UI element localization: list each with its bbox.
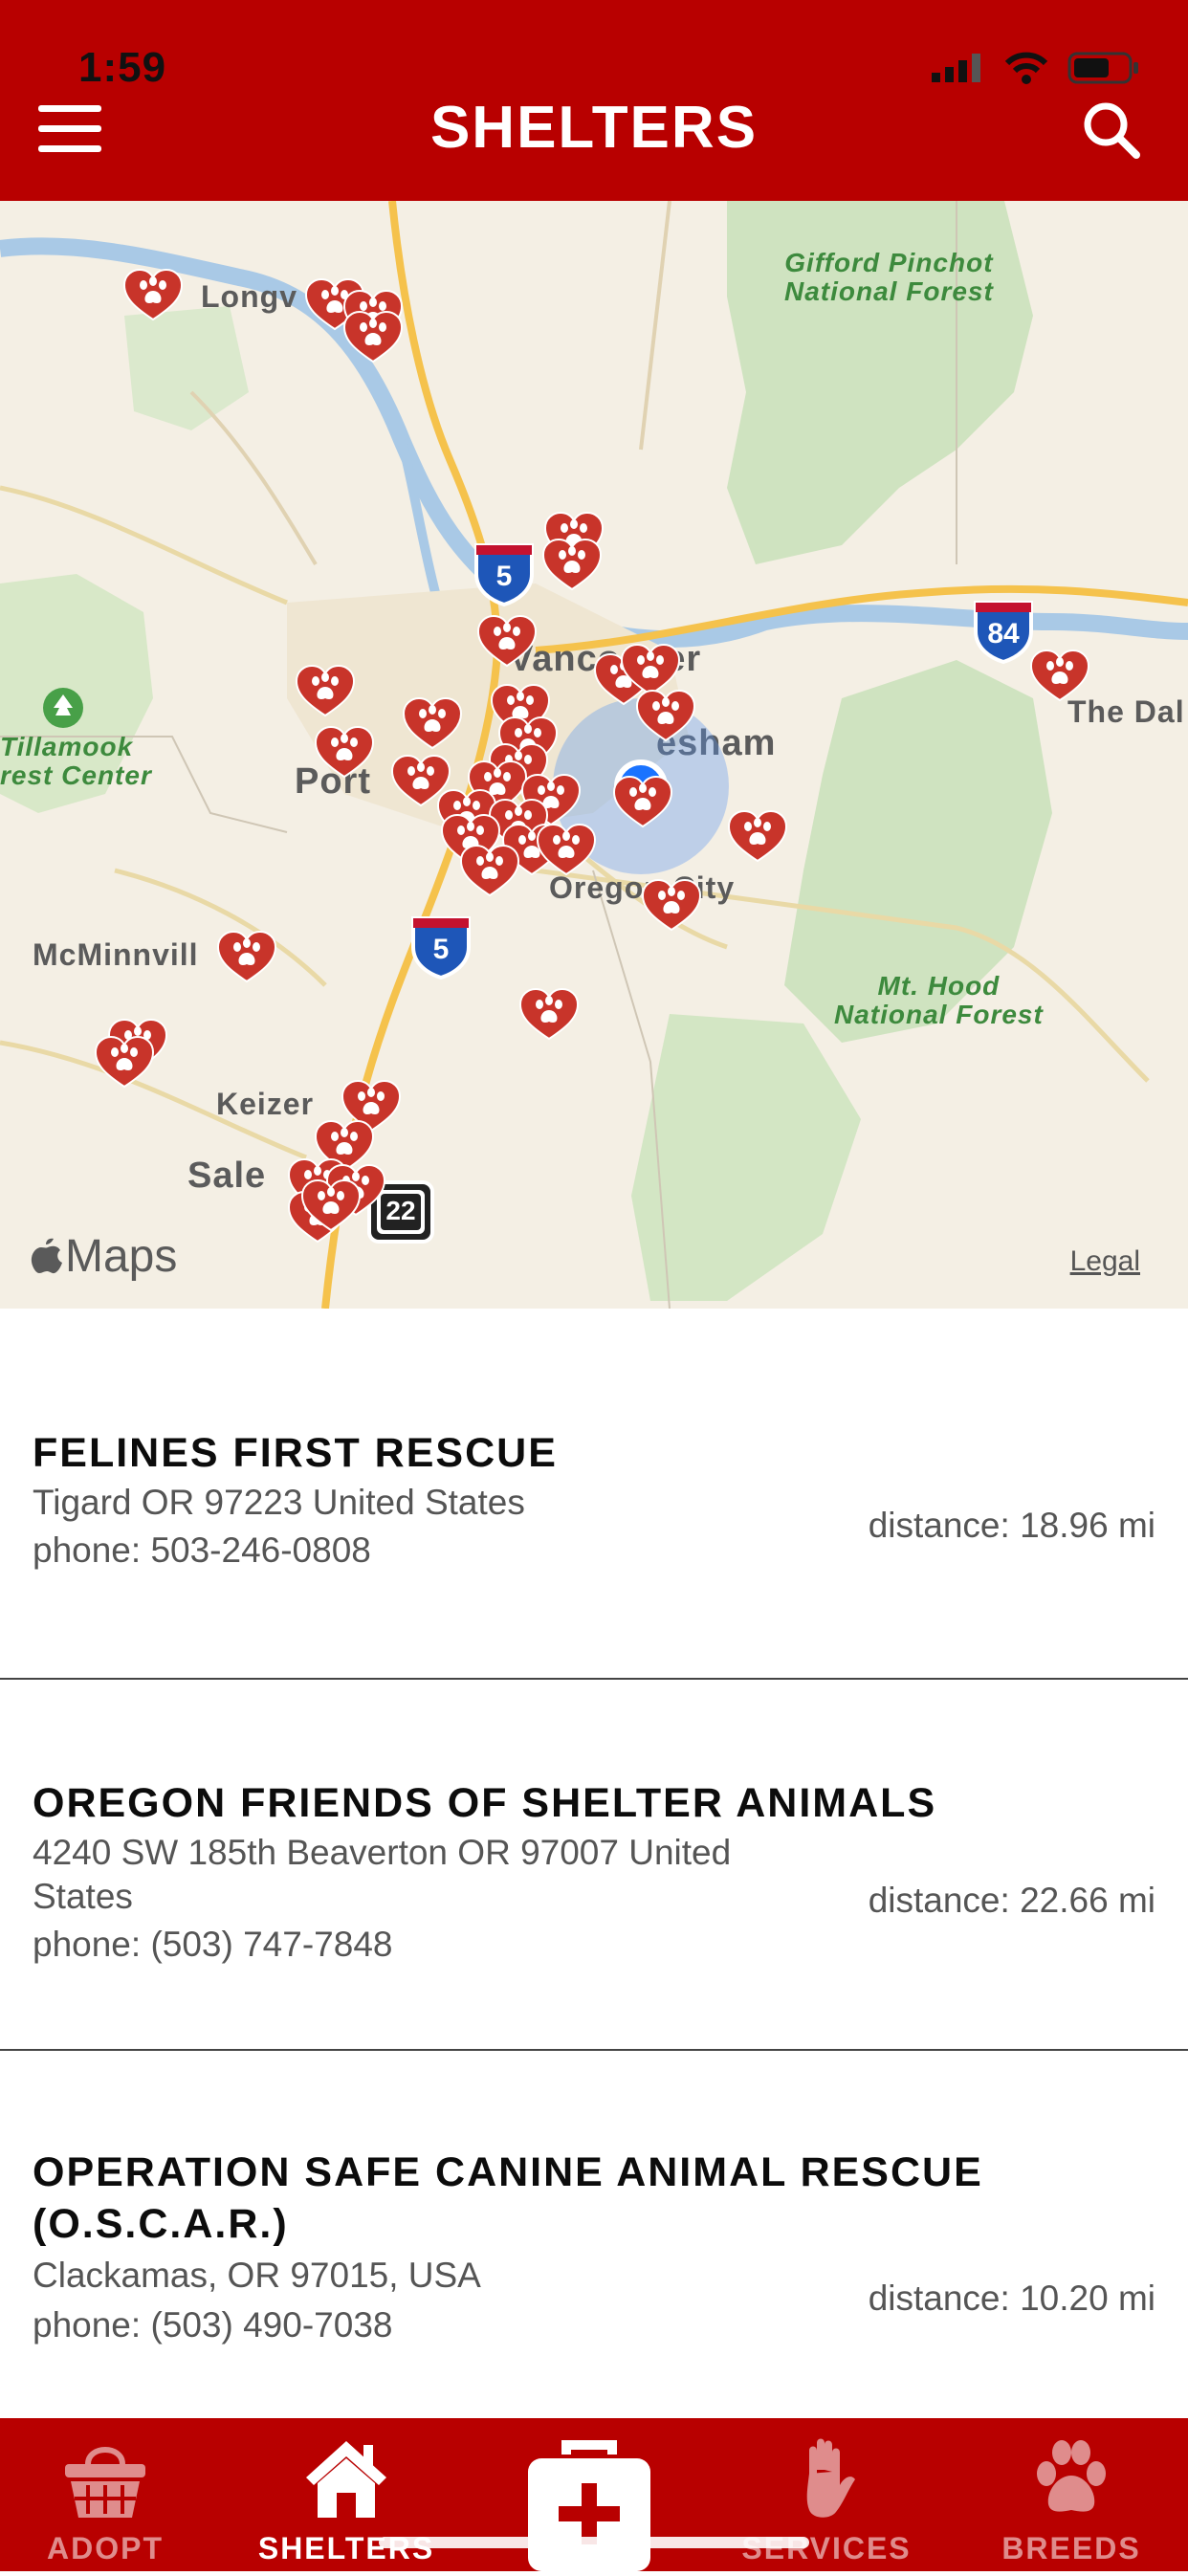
shelter-phone: phone: (503) 747-7848 (33, 1925, 393, 1964)
highway-shield-i84: 84 (972, 597, 1035, 665)
shelter-pin-icon[interactable] (536, 823, 597, 878)
status-icons (932, 52, 1140, 84)
apple-logo-icon (31, 1238, 62, 1274)
highway-shield-i5-north: 5 (473, 539, 536, 607)
shelter-pin-icon[interactable] (476, 614, 538, 670)
map-label-salem: Sale (187, 1156, 267, 1196)
shelter-row[interactable]: OREGON FRIENDS OF SHELTER ANIMALS 4240 S… (0, 1680, 1188, 2051)
tab-services[interactable]: SERVICES (731, 2418, 922, 2571)
shelter-row[interactable]: OPERATION SAFE CANINE ANIMAL RESCUE (O.S… (0, 2051, 1188, 2453)
battery-icon (1067, 52, 1138, 84)
status-time: 1:59 (78, 44, 167, 91)
shelter-pin-icon[interactable] (612, 775, 673, 830)
map-label-tillamook: Tillamook rest Center (0, 732, 152, 790)
shelter-name: OPERATION SAFE CANINE ANIMAL RESCUE (O.S… (33, 2149, 983, 2247)
shelter-pin-icon[interactable] (402, 696, 463, 752)
shelter-pin-icon[interactable] (314, 725, 375, 781)
shelter-name: OREGON FRIENDS OF SHELTER ANIMALS (33, 1780, 937, 1826)
tab-breeds[interactable]: BREEDS (976, 2418, 1167, 2571)
shelter-pin-icon[interactable] (641, 878, 702, 934)
map-label-mt-hood: Mt. Hood National Forest (834, 971, 1044, 1029)
highway-shield-i5-south: 5 (409, 913, 473, 980)
shelter-pin-icon[interactable] (122, 268, 184, 323)
hand-icon (806, 2438, 855, 2518)
park-icon (43, 688, 83, 728)
map-label-keizer: Keizer (216, 1087, 315, 1121)
shelter-name: FELINES FIRST RESCUE (33, 1430, 558, 1476)
map-legal-link[interactable]: Legal (1070, 1245, 1140, 1278)
shelter-list: FELINES FIRST RESCUE Tigard OR 97223 Uni… (0, 1309, 1188, 2453)
shelter-address: 4240 SW 185th Beaverton OR 97007 United … (33, 1833, 732, 1916)
shelter-pin-icon[interactable] (300, 1178, 362, 1234)
shelter-pin-icon[interactable] (94, 1035, 155, 1090)
shelter-pin-icon[interactable] (635, 689, 696, 744)
page-title: SHELTERS (429, 95, 759, 161)
shelter-phone: phone: (503) 490-7038 (33, 2305, 393, 2345)
shelter-pin-icon[interactable] (518, 987, 580, 1043)
map-label-gifford-pinchot: Gifford Pinchot National Forest (784, 248, 994, 306)
shelter-pin-icon[interactable] (295, 664, 356, 719)
wifi-icon (1004, 52, 1048, 84)
tab-shelters[interactable]: SHELTERS (251, 2418, 442, 2571)
first-aid-kit-icon (528, 2440, 650, 2571)
signal-icon (932, 54, 980, 82)
first-aid-button[interactable] (528, 2439, 650, 2571)
shelter-pin-icon[interactable] (342, 310, 404, 365)
shelters-map[interactable]: Longv Vancouver Port esham Oregon City M… (0, 201, 1188, 1309)
shelter-distance: distance: 22.66 mi (868, 1881, 1155, 1920)
shelter-pin-icon[interactable] (1029, 649, 1090, 704)
home-indicator (379, 2537, 809, 2548)
house-icon (306, 2441, 386, 2518)
tab-adopt[interactable]: ADOPT (10, 2418, 201, 2571)
apple-maps-logo: Maps (31, 1230, 177, 1283)
shelter-distance: distance: 10.20 mi (868, 2279, 1155, 2318)
search-button[interactable] (1081, 99, 1142, 161)
shelter-pin-icon[interactable] (541, 538, 603, 593)
bottom-tab-bar: ADOPT SHELTERS SERVICES BREEDS (0, 2418, 1188, 2571)
shelter-address: Clackamas, OR 97015, USA (33, 2256, 481, 2295)
shelter-phone: phone: 503-246-0808 (33, 1530, 371, 1570)
search-icon (1084, 102, 1140, 159)
shelter-pin-icon[interactable] (727, 809, 788, 865)
paw-icon (1037, 2440, 1106, 2512)
shelter-address: Tigard OR 97223 United States (33, 1483, 525, 1522)
shelter-distance: distance: 18.96 mi (868, 1506, 1155, 1545)
tab-label: BREEDS (1001, 2531, 1141, 2565)
shelter-row[interactable]: FELINES FIRST RESCUE Tigard OR 97223 Uni… (0, 1309, 1188, 1680)
basket-icon (65, 2447, 145, 2518)
map-label-longview: Longv (201, 279, 297, 314)
map-label-mcminnville: McMinnvill (33, 937, 199, 972)
shelter-pin-icon[interactable] (459, 844, 520, 899)
shelter-pin-icon[interactable] (216, 930, 277, 985)
tab-label: ADOPT (47, 2531, 164, 2565)
app-header: 1:59 SHELTERS (0, 0, 1188, 201)
